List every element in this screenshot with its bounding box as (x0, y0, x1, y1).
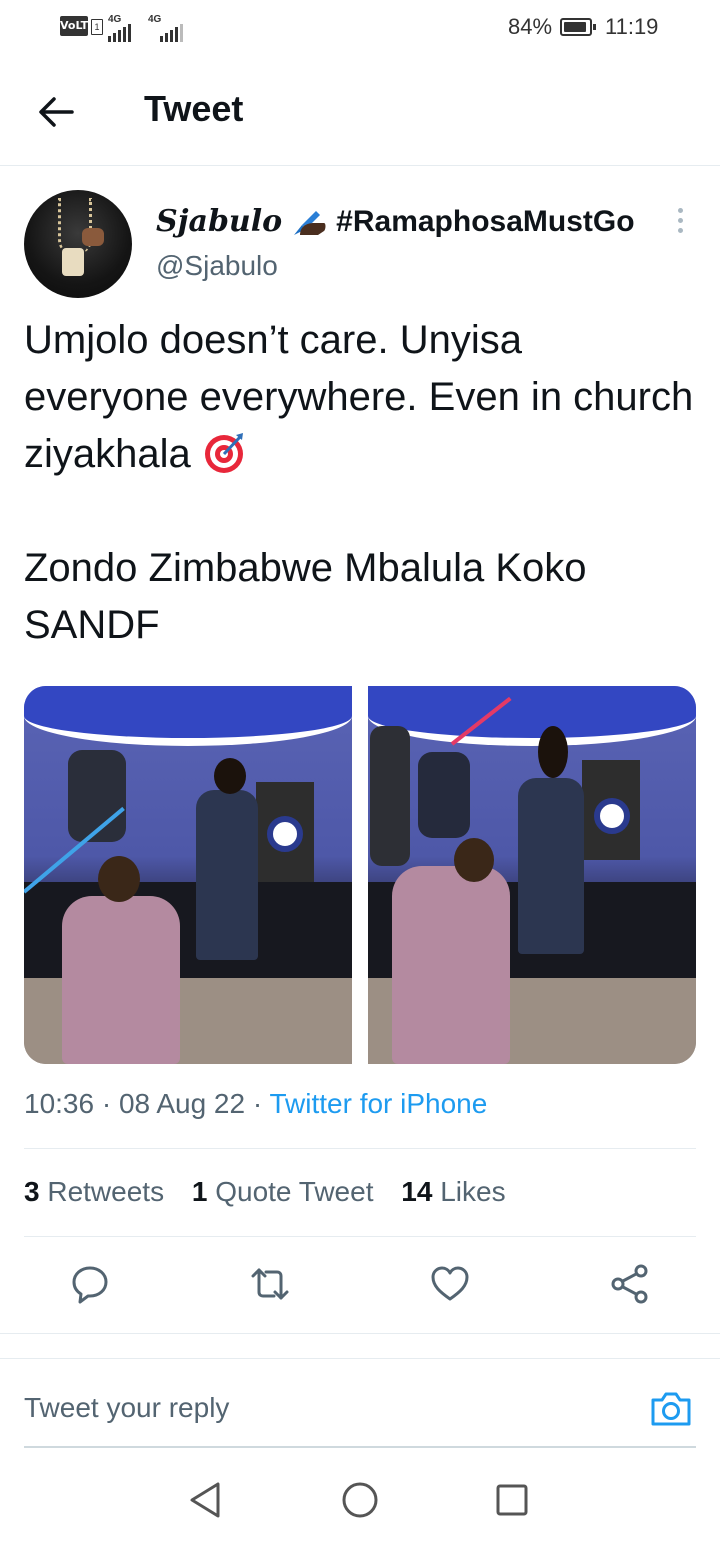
more-options-icon[interactable] (670, 208, 690, 238)
page-title: Tweet (144, 88, 244, 129)
likes-label: Likes (440, 1176, 506, 1207)
status-time: 11:19 (605, 14, 659, 39)
like-icon (431, 1266, 469, 1301)
actions-divider (0, 1333, 720, 1334)
reply-input[interactable]: Tweet your reply (24, 1392, 229, 1424)
author-handle[interactable]: @Sjabulo (156, 250, 278, 282)
tweet-text-line-1: Umjolo doesn’t care. Unyisa everyone eve… (24, 318, 694, 476)
share-button[interactable] (610, 1264, 650, 1304)
share-icon (611, 1264, 648, 1304)
likes-stat[interactable]: 14 Likes (401, 1176, 505, 1207)
stats-divider (24, 1236, 696, 1237)
nav-back-button[interactable] (184, 1478, 228, 1522)
quote-tweets-stat[interactable]: 1 Quote Tweet (192, 1176, 374, 1207)
back-triangle-icon (190, 1482, 220, 1518)
retweets-count: 3 (24, 1176, 40, 1207)
tweet-body: Umjolo doesn’t care. Unyisa everyone eve… (24, 312, 696, 654)
avatar[interactable] (24, 190, 132, 298)
tweet-text-paragraph-1: Umjolo doesn’t care. Unyisa everyone eve… (24, 312, 696, 483)
tweet-media[interactable] (24, 686, 696, 1064)
nav-home-button[interactable] (338, 1478, 382, 1522)
camera-icon (651, 1392, 691, 1426)
reply-top-divider (0, 1358, 720, 1359)
quotes-count: 1 (191, 1176, 208, 1207)
volte-indicator: VoLTE (60, 16, 96, 36)
quotes-label: Quote Tweet (215, 1176, 374, 1207)
tweet-stats: 3 Retweets 1 Quote Tweet 14 Likes (24, 1176, 526, 1208)
tweet-text-paragraph-2: Zondo Zimbabwe Mbalula Koko SANDF (24, 546, 587, 647)
retweet-icon (251, 1268, 289, 1300)
battery-percent: 84% (508, 14, 553, 39)
battery-icon (560, 18, 596, 36)
retweets-stat[interactable]: 3 Retweets (24, 1176, 164, 1207)
header-divider (0, 165, 720, 166)
recents-square-icon (496, 1484, 528, 1516)
meta-divider (24, 1148, 696, 1149)
like-button[interactable] (430, 1264, 470, 1304)
tweet-timestamp: 10:36 · 08 Aug 22 · Twitter for iPhone (24, 1088, 487, 1120)
sim-indicator: 1 (91, 19, 103, 35)
signal-bars-1-icon (108, 24, 131, 42)
author-display-name[interactable]: Sjabulo #RamaphosaMustGo (156, 204, 635, 239)
reply-bottom-divider (24, 1446, 696, 1448)
writing-hand-emoji-icon (294, 210, 326, 235)
retweets-label: Retweets (47, 1176, 165, 1207)
status-bar: VoLTE 1 4G 4G 84% 11:19 (0, 0, 720, 56)
home-circle-icon (342, 1482, 378, 1518)
reply-button[interactable] (70, 1264, 110, 1304)
back-button[interactable] (34, 90, 78, 134)
likes-count: 14 (401, 1176, 433, 1207)
author-name-script: Sjabulo (156, 204, 283, 239)
tweet-photo-1[interactable] (24, 686, 352, 1064)
arrow-left-icon (39, 97, 74, 127)
tweet-photo-2[interactable] (368, 686, 696, 1064)
retweet-button[interactable] (250, 1264, 290, 1304)
tweet-source-link[interactable]: Twitter for iPhone (269, 1088, 487, 1119)
signal-bars-2-icon (160, 24, 183, 42)
camera-button[interactable] (648, 1386, 694, 1432)
timestamp-text: 10:36 · 08 Aug 22 · (24, 1088, 270, 1119)
direct-hit-emoji-icon (204, 433, 243, 473)
reply-icon (72, 1266, 108, 1304)
author-name-hashtag: #RamaphosaMustGo (336, 204, 635, 238)
nav-recents-button[interactable] (490, 1478, 534, 1522)
